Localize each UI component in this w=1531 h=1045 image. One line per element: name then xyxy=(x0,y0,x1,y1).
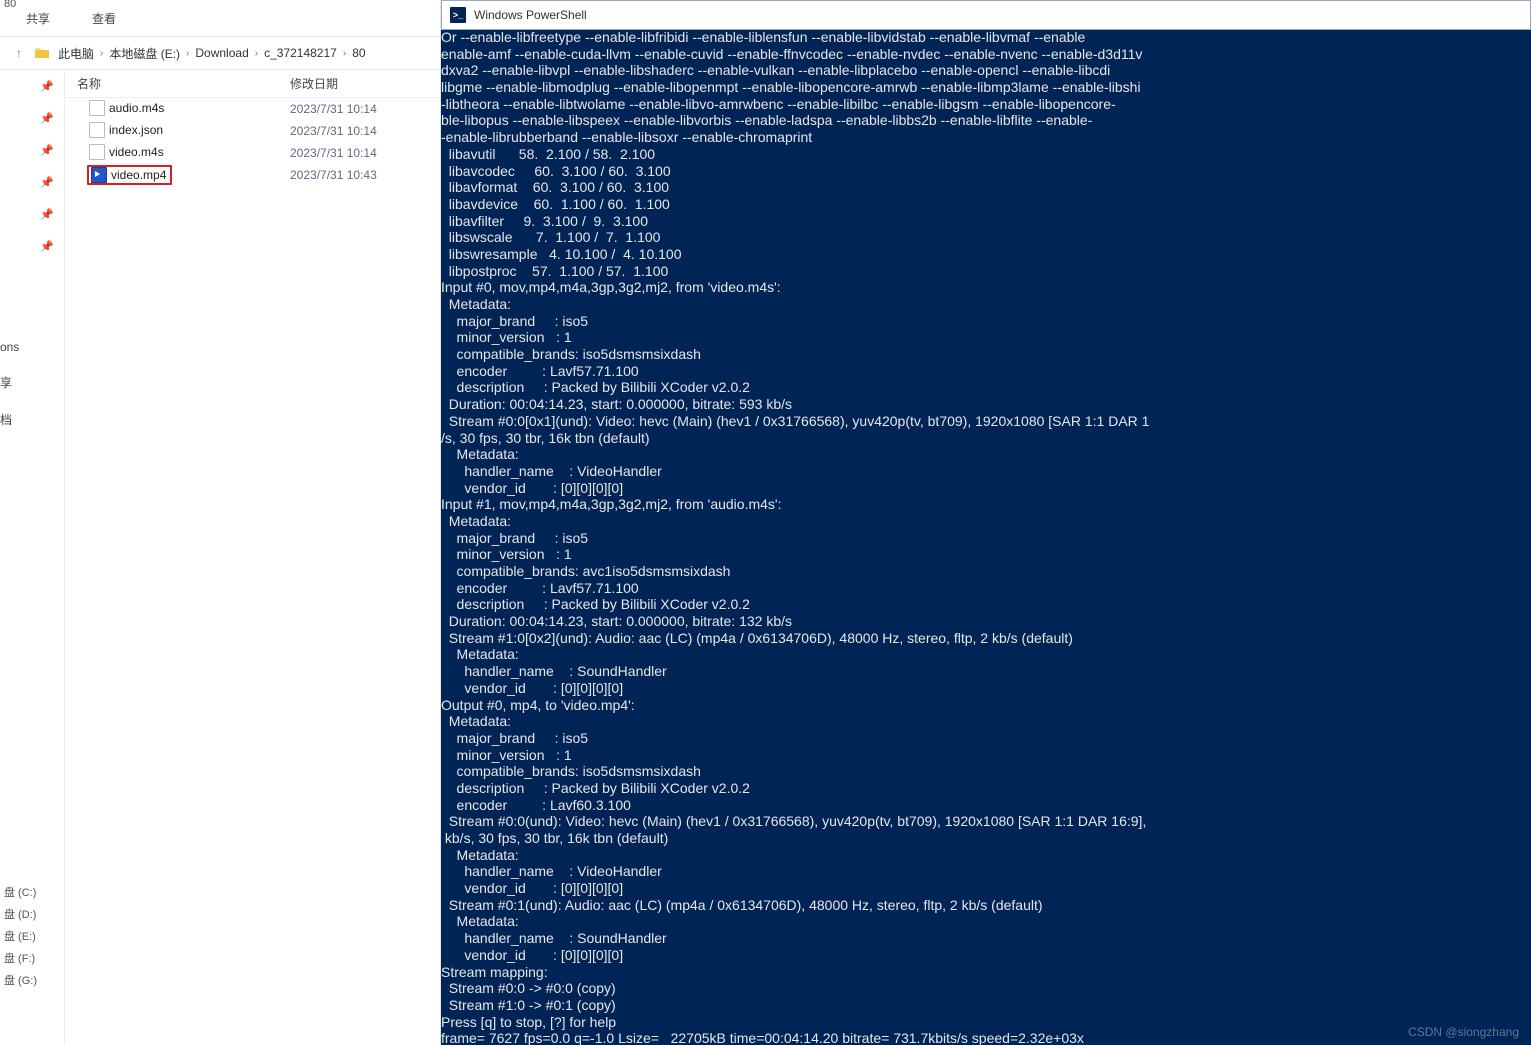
crumb-2[interactable]: Download xyxy=(191,46,252,60)
drive-item[interactable]: 盘 (C:) xyxy=(4,883,65,901)
tab-view[interactable]: 查看 xyxy=(74,4,134,33)
file-list-pane: 名称 修改日期 audio.m4s2023/7/31 10:14index.js… xyxy=(65,70,440,1045)
chevron-right-icon: › xyxy=(184,48,191,59)
explorer-body: 📌 📌 📌 📌 📌 📌 名称 修改日期 audio.m4s 2023/7/31 1… xyxy=(0,70,440,1045)
address-bar: ↑ 此电脑›本地磁盘 (E:)›Download›c_372148217›80 xyxy=(0,36,440,70)
file-name: video.mp4 xyxy=(111,168,166,182)
file-row[interactable]: index.json 2023/7/31 10:14 xyxy=(65,120,440,142)
pin-icon[interactable]: 📌 xyxy=(40,144,54,157)
drive-list: 盘 (C:) 盘 (D:) 盘 (E:) 盘 (F:) 盘 (G:) xyxy=(0,883,65,989)
breadcrumb: 此电脑›本地磁盘 (E:)›Download›c_372148217›80 xyxy=(54,45,434,62)
cutoff-label: ons xyxy=(0,340,19,354)
column-headers: 名称 修改日期 xyxy=(65,70,440,98)
file-name: index.json xyxy=(109,123,163,137)
pin-icon[interactable]: 📌 xyxy=(40,176,54,189)
explorer-ribbon-tabs: 80 共享 查看 xyxy=(0,0,440,36)
pin-icon[interactable]: 📌 xyxy=(40,240,54,253)
folder-icon xyxy=(34,45,50,61)
file-row[interactable]: video.mp4 2023/7/31 10:43 xyxy=(65,164,440,186)
file-explorer: 80 共享 查看 ↑ 此电脑›本地磁盘 (E:)›Download›c_3721… xyxy=(0,0,441,1045)
mp4-file-icon xyxy=(91,167,107,183)
generic-file-icon xyxy=(89,100,105,116)
powershell-titlebar[interactable]: >_ Windows PowerShell xyxy=(441,0,1531,30)
crumb-0[interactable]: 此电脑 xyxy=(54,45,98,62)
chevron-right-icon: › xyxy=(341,48,348,59)
file-date: 2023/7/31 10:43 xyxy=(290,168,440,182)
generic-file-icon xyxy=(89,144,105,160)
window-title: 80 xyxy=(4,0,16,10)
nav-up-icon[interactable]: ↑ xyxy=(6,40,32,66)
crumb-3[interactable]: c_372148217 xyxy=(260,46,341,60)
left-cutoff-labels: ons 享档 xyxy=(0,340,32,428)
file-date: 2023/7/31 10:14 xyxy=(290,124,440,138)
watermark: CSDN @siongzhang xyxy=(1408,1026,1519,1039)
cutoff-label: 档 xyxy=(0,411,12,428)
drive-item[interactable]: 盘 (D:) xyxy=(4,905,65,923)
powershell-output[interactable]: Or --enable-libfreetype --enable-libfrib… xyxy=(441,30,1531,1045)
column-name[interactable]: 名称 xyxy=(65,75,290,92)
crumb-1[interactable]: 本地磁盘 (E:) xyxy=(105,45,184,62)
file-row[interactable]: video.m4s 2023/7/31 10:14 xyxy=(65,142,440,164)
drive-item[interactable]: 盘 (E:) xyxy=(4,927,65,945)
drive-item[interactable]: 盘 (F:) xyxy=(4,949,65,967)
powershell-icon: >_ xyxy=(450,7,466,23)
file-date: 2023/7/31 10:14 xyxy=(290,146,440,160)
file-row[interactable]: audio.m4s 2023/7/31 10:14 xyxy=(65,98,440,120)
json-file-icon xyxy=(89,122,105,138)
terminal-text: Or --enable-libfreetype --enable-libfrib… xyxy=(441,30,1149,1045)
chevron-right-icon: › xyxy=(98,48,105,59)
file-name: video.m4s xyxy=(109,145,164,159)
file-rows: audio.m4s 2023/7/31 10:14 index.json 2023/7… xyxy=(65,98,440,186)
pin-icon[interactable]: 📌 xyxy=(40,112,54,125)
file-name: audio.m4s xyxy=(109,101,164,115)
file-date: 2023/7/31 10:14 xyxy=(290,102,440,116)
pin-icon[interactable]: 📌 xyxy=(40,80,54,93)
column-date[interactable]: 修改日期 xyxy=(290,75,440,92)
cutoff-label: 享 xyxy=(0,374,12,391)
chevron-right-icon: › xyxy=(253,48,260,59)
tab-share[interactable]: 共享 xyxy=(8,4,68,33)
powershell-title-text: Windows PowerShell xyxy=(474,8,587,22)
powershell-window: >_ Windows PowerShell Or --enable-libfre… xyxy=(441,0,1531,1045)
pin-icon[interactable]: 📌 xyxy=(40,208,54,221)
drive-item[interactable]: 盘 (G:) xyxy=(4,971,65,989)
crumb-4[interactable]: 80 xyxy=(348,46,369,60)
